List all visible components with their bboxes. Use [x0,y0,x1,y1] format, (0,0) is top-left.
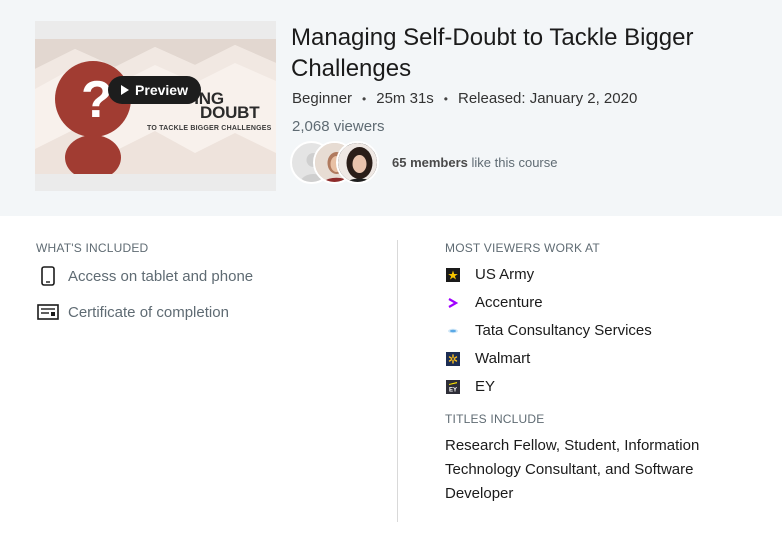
employer-name: Walmart [475,350,531,367]
accenture-logo-icon [446,296,460,310]
employer-name: Tata Consultancy Services [475,322,652,339]
whats-included-heading: WHAT'S INCLUDED [36,241,149,255]
ey-logo-icon: EY [446,379,460,394]
most-viewers-work-at-heading: MOST VIEWERS WORK AT [445,241,600,255]
employer-item[interactable]: Accenture [446,294,543,311]
thumbnail-subtitle: TO TACKLE BIGGER CHALLENGES [147,125,272,132]
member-avatars[interactable] [290,141,385,185]
included-item: Access on tablet and phone [37,265,253,287]
course-meta: Beginner • 25m 31s • Released: January 2… [292,90,637,107]
members-suffix: like this course [467,155,558,170]
phone-icon [37,265,59,287]
included-item-label: Certificate of completion [68,303,229,321]
certificate-icon [37,301,59,323]
member-photo-icon [338,143,377,182]
members-like-text: 65 members like this course [392,155,557,170]
members-count: 65 members [392,155,468,170]
titles-include-text: Research Fellow, Student, Information Te… [445,437,700,502]
employer-item[interactable]: Tata Consultancy Services [446,322,652,339]
included-item: Certificate of completion [37,301,229,323]
avatar[interactable] [336,141,379,184]
employer-item[interactable]: Walmart [446,350,530,367]
employer-name: Accenture [475,294,543,311]
included-item-label: Access on tablet and phone [68,267,254,285]
course-level: Beginner [292,90,353,107]
play-icon [121,85,130,95]
employer-item[interactable]: US Army [446,266,534,283]
employer-name: EY [475,378,496,395]
tcs-logo-icon [446,324,460,338]
viewer-count: 2,068 viewers [292,118,385,135]
svg-text:EY: EY [449,387,457,393]
walmart-logo-icon [446,351,460,366]
svg-text:?: ? [81,71,113,129]
course-header: ? MANAGING DOUBT TO TACKLE BIGGER CHALLE… [0,0,782,216]
employer-name: US Army [475,266,535,283]
course-title: Managing Self-Doubt to Tackle Bigger Cha… [291,24,694,82]
preview-button[interactable]: Preview [108,76,201,104]
employer-item[interactable]: EY EY [446,378,495,395]
separator-dot-icon: • [362,91,367,106]
course-duration: 25m 31s [376,90,434,107]
separator-dot-icon: • [443,91,448,106]
preview-label: Preview [135,82,188,98]
course-release-date: Released: January 2, 2020 [458,90,638,107]
titles-include-heading: TITLES INCLUDE [445,412,545,426]
course-thumbnail[interactable]: ? MANAGING DOUBT TO TACKLE BIGGER CHALLE… [35,21,276,191]
us-army-logo-icon [446,267,460,282]
thumbnail-artwork: ? MANAGING DOUBT TO TACKLE BIGGER CHALLE… [35,39,276,174]
column-divider [397,240,398,522]
thumbnail-title-line2: DOUBT [200,103,260,122]
